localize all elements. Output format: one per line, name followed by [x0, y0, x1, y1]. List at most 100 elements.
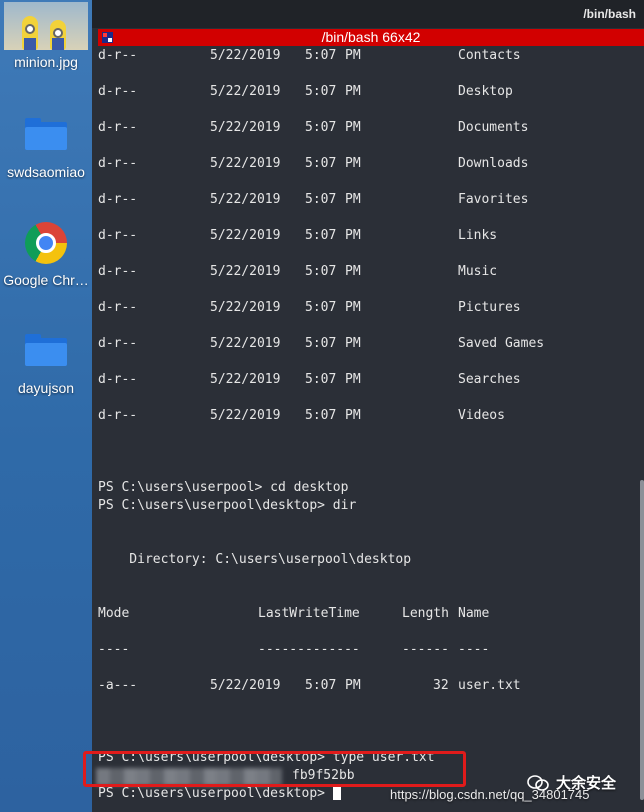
listing-row: d-r-- 5/22/2019 5:07 PM Desktop: [98, 83, 513, 101]
row-date: 5/22/2019: [210, 156, 281, 171]
row-ampm: PM: [345, 120, 361, 135]
file-time: 5:07: [305, 678, 337, 693]
row-ampm: PM: [345, 408, 361, 423]
row-date: 5/22/2019: [210, 372, 281, 387]
listing-row: d-r-- 5/22/2019 5:07 PM Searches: [98, 371, 521, 389]
row-time: 5:07: [305, 120, 337, 135]
terminal-tab-title: /bin/bash 66x42: [321, 29, 421, 45]
row-ampm: PM: [345, 336, 361, 351]
listing-row: d-r-- 5/22/2019 5:07 PM Videos: [98, 407, 505, 425]
listing-dash-row: ---- ------------- ------ ----: [98, 641, 489, 659]
terminal-window[interactable]: /bin/bash /bin/bash 66x42 d-r-- 5/22/2019…: [92, 0, 644, 812]
desktop-item-dayujson[interactable]: dayujson: [0, 334, 92, 396]
row-time: 5:07: [305, 264, 337, 279]
row-name: Saved Games: [458, 336, 545, 351]
row-time: 5:07: [305, 336, 337, 351]
row-name: Contacts: [458, 48, 521, 63]
file-date: 5/22/2019: [210, 678, 281, 693]
command-dir: PS C:\users\userpool\desktop> dir: [98, 498, 357, 513]
row-mode: d-r--: [98, 264, 138, 279]
folder-icon: [25, 334, 67, 366]
prompt-text: PS C:\users\userpool\desktop>: [98, 786, 333, 801]
row-mode: d-r--: [98, 300, 138, 315]
folder-icon: [25, 118, 67, 150]
desktop-item-swdsaomiao[interactable]: swdsaomiao: [0, 118, 92, 180]
row-date: 5/22/2019: [210, 84, 281, 99]
listing-header-row: Mode LastWriteTime Length Name: [98, 605, 489, 623]
row-name: Documents: [458, 120, 529, 135]
listing-row: d-r-- 5/22/2019 5:07 PM Contacts: [98, 47, 521, 65]
row-name: Searches: [458, 372, 521, 387]
row-mode: d-r--: [98, 408, 138, 423]
row-mode: d-r--: [98, 372, 138, 387]
row-ampm: PM: [345, 84, 361, 99]
row-time: 5:07: [305, 228, 337, 243]
row-name: Desktop: [458, 84, 513, 99]
row-ampm: PM: [345, 156, 361, 171]
row-name: Pictures: [458, 300, 521, 315]
row-ampm: PM: [345, 300, 361, 315]
terminal-tab[interactable]: /bin/bash 66x42: [98, 29, 644, 46]
listing-row: d-r-- 5/22/2019 5:07 PM Documents: [98, 119, 528, 137]
row-date: 5/22/2019: [210, 120, 281, 135]
listing-row: d-r-- 5/22/2019 5:07 PM Downloads: [98, 155, 528, 173]
row-time: 5:07: [305, 372, 337, 387]
row-mode: d-r--: [98, 84, 138, 99]
file-name: user.txt: [458, 678, 521, 693]
dash-lastwritetime: -------------: [258, 642, 360, 657]
row-time: 5:07: [305, 408, 337, 423]
desktop-item-minion[interactable]: minion.jpg: [0, 0, 92, 70]
row-mode: d-r--: [98, 336, 138, 351]
command-cd: PS C:\users\userpool> cd desktop: [98, 480, 349, 495]
scrollbar[interactable]: [640, 480, 644, 800]
image-thumbnail-icon: [4, 2, 88, 50]
row-ampm: PM: [345, 228, 361, 243]
listing-row: d-r-- 5/22/2019 5:07 PM Links: [98, 227, 497, 245]
text-cursor: [332, 785, 341, 800]
watermark-url: https://blog.csdn.net/qq_34801745: [390, 787, 590, 802]
window-title: /bin/bash: [583, 7, 636, 21]
row-time: 5:07: [305, 300, 337, 315]
listing-row: d-r-- 5/22/2019 5:07 PM Music: [98, 263, 497, 281]
desktop-item-google-chrome[interactable]: Google Chr…: [0, 222, 92, 288]
listing-row: d-r-- 5/22/2019 5:07 PM Pictures: [98, 299, 521, 317]
highlight-box: [83, 751, 466, 787]
desktop-item-label: dayujson: [17, 380, 75, 396]
desktop-item-label: swdsaomiao: [7, 164, 85, 180]
col-lastwritetime: LastWriteTime: [258, 606, 360, 621]
row-date: 5/22/2019: [210, 192, 281, 207]
col-mode: Mode: [98, 606, 130, 621]
row-name: Favorites: [458, 192, 529, 207]
row-date: 5/22/2019: [210, 408, 281, 423]
directory-heading: Directory: C:\users\userpool\desktop: [98, 552, 412, 567]
file-ampm: PM: [345, 678, 361, 693]
row-mode: d-r--: [98, 228, 138, 243]
row-name: Music: [458, 264, 498, 279]
row-time: 5:07: [305, 48, 337, 63]
dash-length: ------: [402, 642, 449, 657]
file-length: 32: [433, 678, 449, 693]
file-mode: -a---: [98, 678, 138, 693]
prompt-line[interactable]: PS C:\users\userpool\desktop>: [98, 785, 341, 803]
row-mode: d-r--: [98, 120, 138, 135]
row-ampm: PM: [345, 372, 361, 387]
row-mode: d-r--: [98, 156, 138, 171]
dash-name: ----: [458, 642, 490, 657]
row-ampm: PM: [345, 192, 361, 207]
row-ampm: PM: [345, 48, 361, 63]
row-time: 5:07: [305, 192, 337, 207]
row-time: 5:07: [305, 156, 337, 171]
desktop-item-label: Google Chr…: [3, 272, 89, 288]
row-name: Links: [458, 228, 498, 243]
listing-row: d-r-- 5/22/2019 5:07 PM Favorites: [98, 191, 528, 209]
row-date: 5/22/2019: [210, 300, 281, 315]
row-name: Downloads: [458, 156, 529, 171]
listing-row: d-r-- 5/22/2019 5:07 PM Saved Games: [98, 335, 544, 353]
col-name: Name: [458, 606, 490, 621]
row-date: 5/22/2019: [210, 264, 281, 279]
desktop-area: minion.jpg swdsaomiao Google Chr… dayujs…: [0, 0, 92, 812]
window-titlebar[interactable]: /bin/bash: [92, 0, 644, 28]
row-mode: d-r--: [98, 192, 138, 207]
file-row-user-txt: -a--- 5/22/2019 5:07 PM 32 user.txt: [98, 677, 521, 695]
col-length: Length: [402, 606, 449, 621]
